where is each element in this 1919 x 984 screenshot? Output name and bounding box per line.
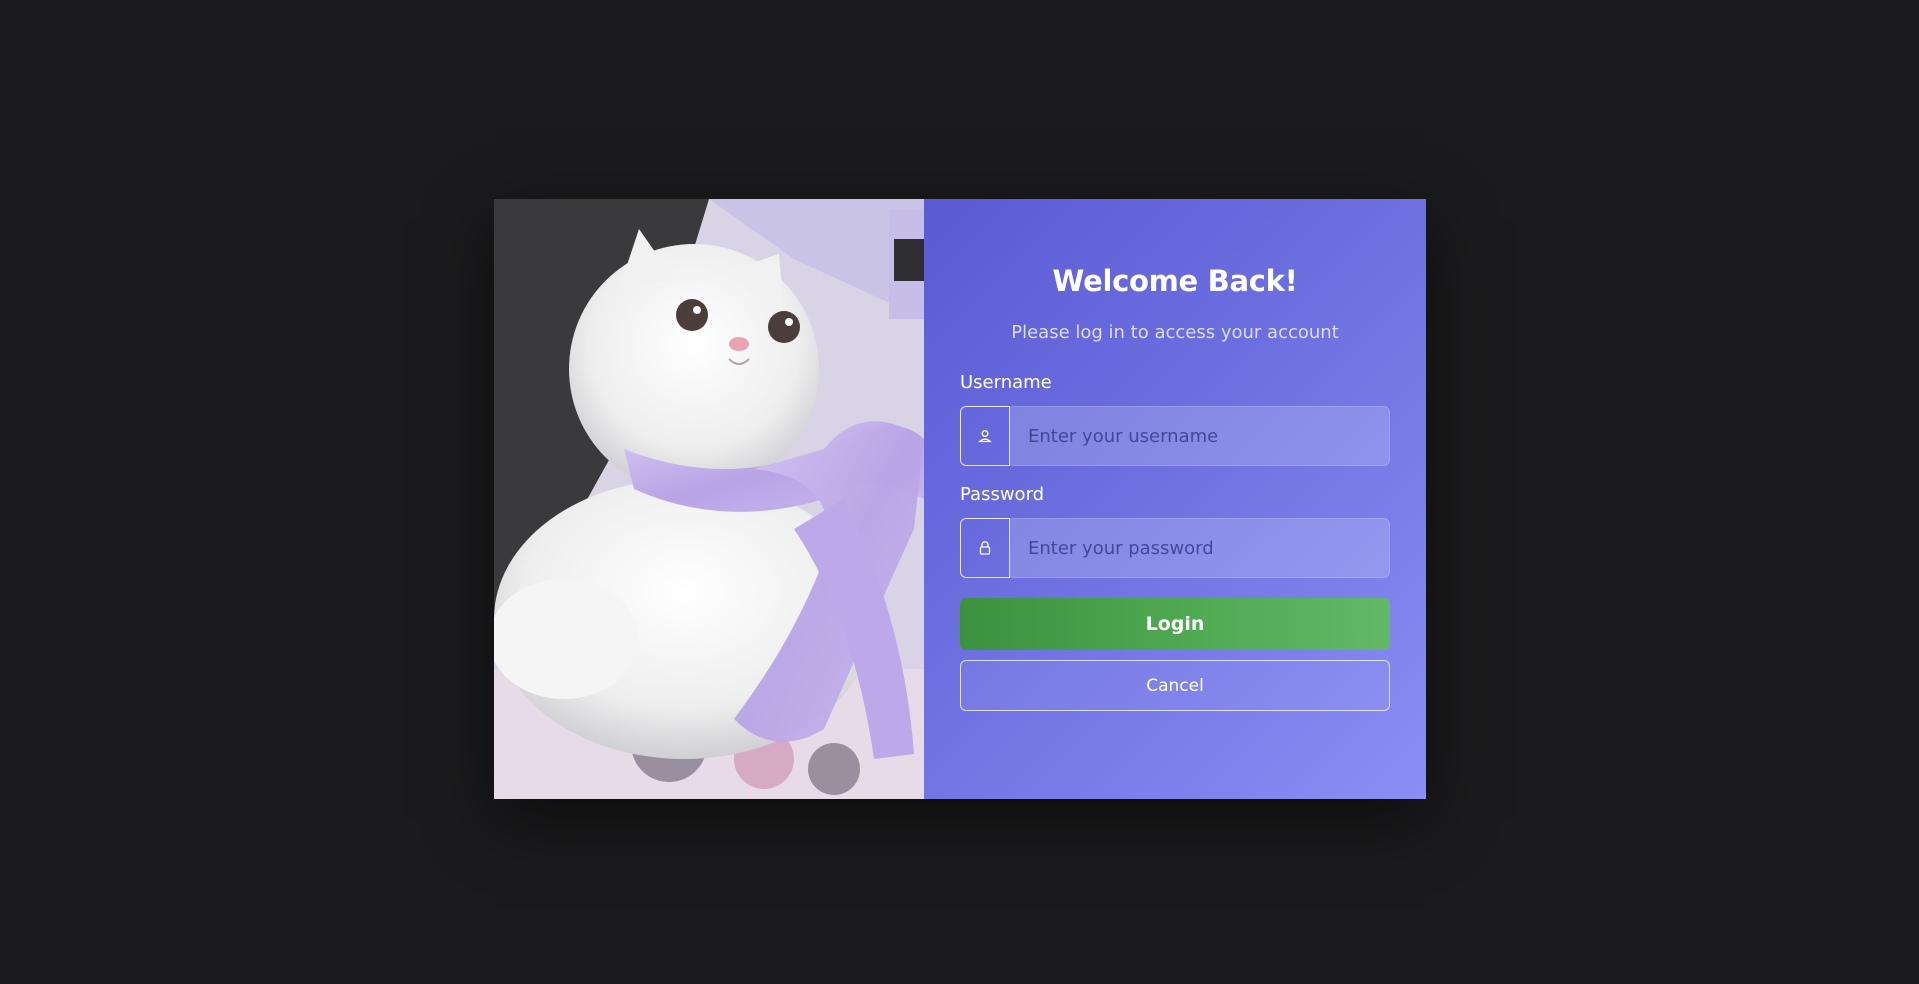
login-form-panel: Welcome Back! Please log in to access yo…	[924, 199, 1426, 799]
password-input-group	[960, 518, 1390, 578]
login-subtitle: Please log in to access your account	[1011, 322, 1339, 343]
cat-photo	[494, 199, 924, 799]
login-button[interactable]: Login	[960, 598, 1390, 650]
login-modal: Welcome Back! Please log in to access yo…	[494, 199, 1426, 799]
welcome-title: Welcome Back!	[1052, 264, 1298, 298]
cat-illustration	[494, 199, 924, 799]
username-input-group	[960, 406, 1390, 466]
lock-icon	[960, 518, 1010, 578]
password-label: Password	[960, 484, 1045, 505]
user-icon	[960, 406, 1010, 466]
username-input[interactable]	[1010, 406, 1390, 466]
password-input[interactable]	[1010, 518, 1390, 578]
cancel-button[interactable]: Cancel	[960, 660, 1390, 711]
username-label: Username	[960, 372, 1052, 393]
